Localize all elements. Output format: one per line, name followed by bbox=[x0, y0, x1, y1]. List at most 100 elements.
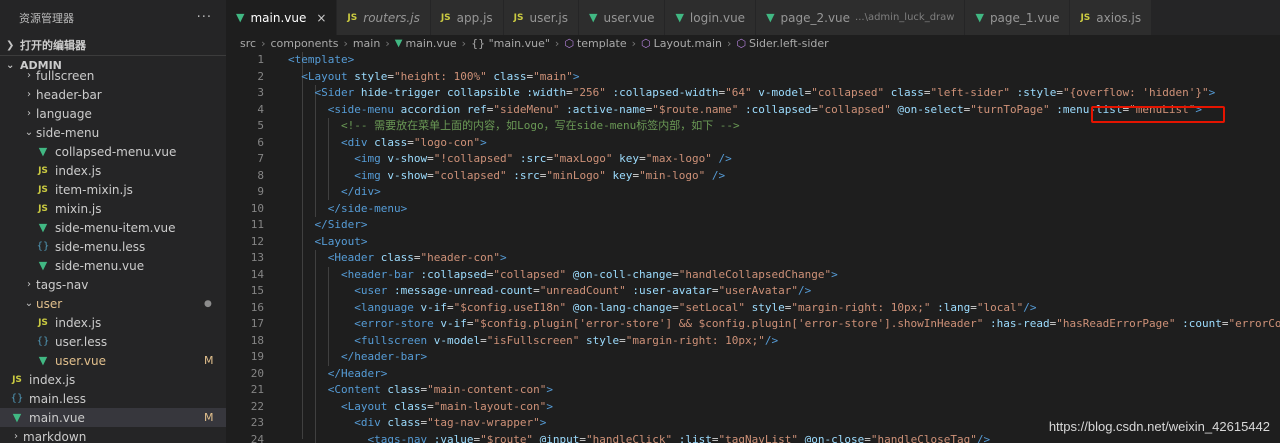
file-tree-item[interactable]: ▼ user.vue M bbox=[0, 351, 226, 370]
line-number: 11 bbox=[250, 218, 264, 231]
breadcrumb-item[interactable]: components bbox=[270, 37, 338, 50]
breadcrumb: src › components › main › ▼ main.vue › {} "main.v… bbox=[226, 35, 1280, 52]
breadcrumb-item[interactable]: src bbox=[240, 37, 256, 50]
code-token: :user-avatar bbox=[625, 284, 712, 297]
code-line[interactable]: <img v-show="collapsed" :src="minLogo" k… bbox=[288, 168, 1280, 185]
line-number: 9 bbox=[257, 185, 264, 198]
workspace-section[interactable]: ⌄ ADMIN bbox=[0, 55, 226, 72]
file-tree-item[interactable]: JS mixin.js bbox=[0, 199, 226, 218]
explorer-sidebar: 资源管理器 ··· ❯ 打开的编辑器 ⌄ ADMIN › fullscreen › h… bbox=[0, 0, 226, 443]
code-line[interactable]: <Layout class="main-layout-con"> bbox=[288, 399, 1280, 416]
file-tree-item[interactable]: ⌄ side-menu bbox=[0, 123, 226, 142]
code-token: "$config.useI18n" bbox=[453, 300, 567, 314]
editor-tab[interactable]: ▼ page_1.vue bbox=[965, 0, 1071, 35]
breadcrumb-item[interactable]: Layout.main bbox=[654, 37, 722, 50]
more-actions-icon[interactable]: ··· bbox=[197, 10, 212, 25]
editor-tab[interactable]: JS routers.js bbox=[337, 0, 431, 35]
file-tree-item[interactable]: JS index.js bbox=[0, 313, 226, 332]
code-line[interactable]: <template> bbox=[288, 52, 1280, 69]
code-line[interactable]: </header-bar> bbox=[288, 349, 1280, 366]
code-token: "64" bbox=[725, 86, 752, 99]
editor-tab[interactable]: ▼ user.vue bbox=[579, 0, 666, 35]
file-tree-item[interactable]: › language bbox=[0, 104, 226, 123]
file-tree-item[interactable]: {} main.less bbox=[0, 389, 226, 408]
file-tree-item[interactable]: JS index.js bbox=[0, 161, 226, 180]
breadcrumb-item[interactable]: main bbox=[353, 37, 380, 50]
file-tree-item[interactable]: › tags-nav bbox=[0, 275, 226, 294]
code-token: = bbox=[1056, 86, 1063, 99]
editor-tab[interactable]: ▼ login.vue bbox=[665, 0, 757, 35]
editor-tab[interactable]: JS app.js bbox=[430, 0, 504, 35]
file-tree-item[interactable]: ▼ main.vue M bbox=[0, 408, 226, 427]
breadcrumb-item[interactable]: template bbox=[577, 37, 627, 50]
tab-description: ...\admin_luck_draw bbox=[855, 12, 955, 23]
editor-tab[interactable]: ▼ main.vue × bbox=[226, 0, 338, 35]
code-token: "errorCount" bbox=[1228, 317, 1280, 330]
code-line[interactable]: </side-menu> bbox=[288, 201, 1280, 218]
code-line[interactable]: <Content class="main-content-con"> bbox=[288, 382, 1280, 399]
breadcrumb-item[interactable]: main.vue bbox=[405, 37, 456, 50]
code-token: > bbox=[831, 267, 838, 281]
breadcrumb-item[interactable]: {} "main.vue" bbox=[471, 37, 550, 50]
file-tree-item[interactable]: › header-bar bbox=[0, 85, 226, 104]
file-tree-item[interactable]: JS item-mixin.js bbox=[0, 180, 226, 199]
file-tree-item[interactable]: {} user.less bbox=[0, 332, 226, 351]
code-token: "collapsed" bbox=[493, 267, 567, 281]
code-line[interactable]: <Header class="header-con"> bbox=[288, 250, 1280, 267]
code-line[interactable]: <Layout style="height: 100%" class="main… bbox=[288, 69, 1280, 86]
chevron-right-icon: › bbox=[27, 108, 31, 119]
file-tree-item[interactable]: ▼ collapsed-menu.vue bbox=[0, 142, 226, 161]
code-token: class bbox=[387, 399, 428, 413]
code-line[interactable]: <div class="logo-con"> bbox=[288, 135, 1280, 152]
chevron-right-icon: › bbox=[27, 89, 31, 100]
line-number: 14 bbox=[250, 267, 264, 281]
code-line[interactable]: <error-store v-if="$config.plugin['error… bbox=[288, 316, 1280, 333]
file-tree-item[interactable]: ⌄ user ● bbox=[0, 294, 226, 313]
line-number-gutter: 1 2 3 4 5 6 7 8 9 10 11 12 13 14 15 16 17 18 19 20 21 22 23 24 bbox=[226, 52, 264, 443]
code-line[interactable]: <Layout> bbox=[288, 234, 1280, 251]
editor-tab[interactable]: JS user.js bbox=[503, 0, 579, 35]
code-line[interactable]: <Sider hide-trigger collapsible :width="… bbox=[288, 85, 1280, 102]
file-tree-item[interactable]: ▼ side-menu-item.vue bbox=[0, 218, 226, 237]
code-line[interactable]: </Header> bbox=[288, 366, 1280, 383]
code-token: <Layout bbox=[340, 399, 388, 413]
chevron-right-icon: › bbox=[461, 37, 467, 50]
code-token: v-model bbox=[427, 333, 481, 347]
code-token: = bbox=[672, 267, 679, 281]
code-token: <language bbox=[354, 300, 414, 314]
vue-file-icon: ▼ bbox=[975, 11, 984, 24]
code-token: </Sider> bbox=[314, 218, 368, 231]
code-token: <Layout bbox=[301, 69, 348, 83]
code-token: :value bbox=[427, 432, 474, 443]
code-token: <user bbox=[354, 284, 388, 297]
file-tree-item[interactable]: {} side-menu.less bbox=[0, 237, 226, 256]
code-token: = bbox=[546, 152, 553, 165]
breadcrumb-item[interactable]: Sider.left-sider bbox=[749, 37, 829, 50]
file-tree-item[interactable]: › markdown bbox=[0, 427, 226, 443]
file-tree-item[interactable]: JS index.js bbox=[0, 370, 226, 389]
code-line[interactable]: </Sider> bbox=[288, 217, 1280, 234]
open-editors-section[interactable]: ❯ 打开的编辑器 bbox=[0, 35, 226, 55]
code-line[interactable]: <user :message-unread-count="unreadCount… bbox=[288, 283, 1280, 300]
editor-tab[interactable]: JS axios.js bbox=[1070, 0, 1153, 35]
code-token: "collapsed" bbox=[811, 86, 885, 99]
code-token: = bbox=[566, 86, 573, 99]
editor-tab[interactable]: ▼ page_2.vue ...\admin_luck_draw bbox=[756, 0, 966, 35]
code-line[interactable]: <header-bar :collapsed = "collapsed" @on-c… bbox=[288, 267, 1280, 284]
vue-file-icon: ▼ bbox=[394, 38, 403, 49]
code-line[interactable]: <fullscreen v-model="isFullscreen" style… bbox=[288, 333, 1280, 350]
code-token: style bbox=[745, 300, 785, 314]
file-tree-item[interactable]: ▼ side-menu.vue bbox=[0, 256, 226, 275]
chevron-down-icon: ⌄ bbox=[24, 298, 34, 309]
close-icon[interactable]: × bbox=[316, 11, 326, 25]
code-line[interactable]: </div> bbox=[288, 184, 1280, 201]
js-file-icon: JS bbox=[12, 374, 22, 385]
code-token: > bbox=[546, 383, 553, 396]
element-icon: ⬡ bbox=[736, 37, 746, 50]
code-line[interactable]: <language v-if="$config.useI18n" @on-lan… bbox=[288, 300, 1280, 317]
code-line[interactable]: <img v-show="!collapsed" :src="maxLogo" … bbox=[288, 151, 1280, 168]
file-tree-item[interactable]: › fullscreen bbox=[0, 66, 226, 85]
